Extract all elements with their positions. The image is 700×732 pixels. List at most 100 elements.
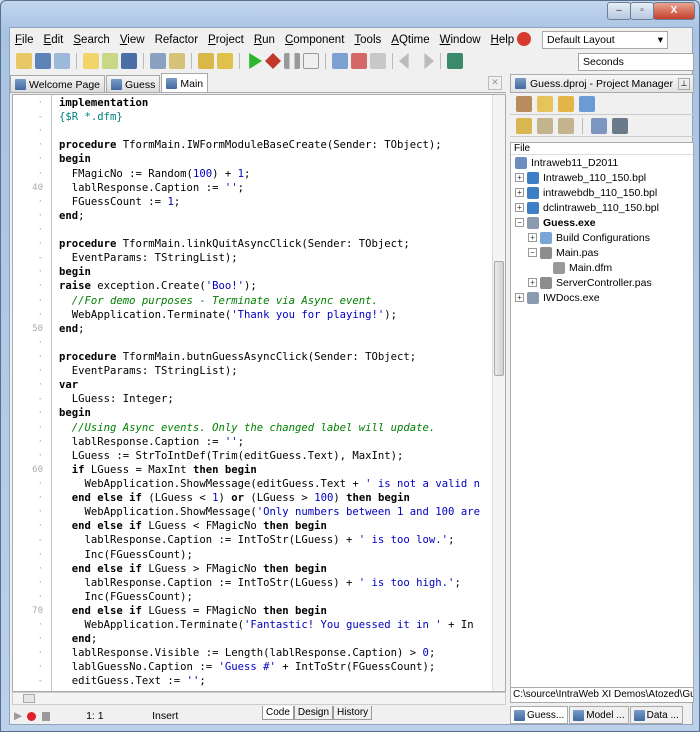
- expand-icon[interactable]: +: [528, 278, 537, 287]
- run-to-cursor-icon[interactable]: [370, 53, 386, 69]
- tab-history[interactable]: History: [333, 706, 373, 720]
- tree-node[interactable]: + dclintraweb_110_150.bpl: [511, 200, 693, 215]
- tab-design[interactable]: Design: [293, 706, 334, 720]
- tree-node[interactable]: + intrawebdb_110_150.bpl: [511, 185, 693, 200]
- seconds-combo[interactable]: Seconds: [578, 53, 694, 71]
- panel-tab-0[interactable]: Guess...: [510, 706, 569, 724]
- menu-edit[interactable]: Edit: [39, 34, 69, 46]
- step-into-icon[interactable]: [332, 53, 348, 69]
- back-icon[interactable]: [399, 53, 409, 69]
- hscroll-thumb[interactable]: [23, 694, 35, 703]
- code-area[interactable]: · implementation - {$R *.dfm} · · procedure Tf…: [13, 96, 493, 689]
- code-line: · //For demo purposes - Terminate via As…: [13, 294, 493, 308]
- menu-project[interactable]: Project: [203, 34, 249, 46]
- play-icon[interactable]: ▶: [14, 710, 22, 722]
- maximize-button[interactable]: ▫: [630, 2, 654, 20]
- expand-icon[interactable]: +: [528, 233, 537, 242]
- menu-run[interactable]: Run: [249, 34, 280, 46]
- code-text: end else if LGuess < FMagicNo then begin: [59, 519, 327, 533]
- vertical-scrollbar[interactable]: [492, 95, 505, 691]
- tree-node[interactable]: + Build Configurations: [511, 230, 693, 245]
- code-token: ' is too high.': [358, 576, 455, 589]
- panel-tab-2[interactable]: Data ...: [629, 706, 683, 724]
- code-token: 100: [192, 167, 213, 180]
- collapse-icon[interactable]: −: [528, 248, 537, 257]
- open-icon[interactable]: [83, 53, 99, 69]
- horizontal-scrollbar[interactable]: [12, 692, 506, 705]
- expand-icon[interactable]: +: [515, 188, 524, 197]
- menu-aqtime[interactable]: AQtime: [386, 34, 434, 46]
- line-number: ·: [37, 620, 43, 631]
- menu-view[interactable]: View: [115, 34, 150, 46]
- stop-icon[interactable]: [303, 53, 319, 69]
- tree-node[interactable]: − Main.pas: [511, 245, 693, 260]
- layout-combo[interactable]: Default Layout ▾: [542, 31, 668, 49]
- menu-component[interactable]: Component: [280, 34, 349, 46]
- close-button[interactable]: X: [653, 2, 695, 20]
- menu-window[interactable]: Window: [435, 34, 486, 46]
- stop-record-icon[interactable]: [42, 711, 51, 721]
- menu-file[interactable]: File: [10, 34, 39, 46]
- menu-tools[interactable]: Tools: [349, 34, 386, 46]
- save-all-icon[interactable]: [150, 53, 166, 69]
- save-icon[interactable]: [121, 53, 137, 69]
- tree-node[interactable]: + Intraweb_110_150.bpl: [511, 170, 693, 185]
- open-file-icon[interactable]: [169, 53, 185, 69]
- scroll-thumb[interactable]: [494, 261, 504, 376]
- menu-refactor[interactable]: Refactor: [150, 34, 203, 46]
- step-over-icon[interactable]: [351, 53, 367, 69]
- forward-icon[interactable]: [424, 53, 434, 69]
- close-tab-icon[interactable]: ✕: [488, 76, 502, 90]
- activate-icon[interactable]: [516, 95, 532, 112]
- tree-node[interactable]: Main.dfm: [511, 260, 693, 275]
- expand-icon[interactable]: [537, 117, 553, 134]
- help-icon[interactable]: [447, 53, 463, 69]
- tree-node[interactable]: Intraweb11_D2011: [511, 155, 693, 170]
- add-to-project-icon[interactable]: [198, 53, 214, 69]
- new-icon[interactable]: [16, 53, 32, 69]
- expand-icon[interactable]: +: [515, 293, 524, 302]
- tab-welcome-page[interactable]: Welcome Page: [10, 75, 106, 92]
- debug-run-icon[interactable]: [265, 53, 281, 69]
- tab-main[interactable]: Main: [161, 73, 209, 92]
- panel-tab-1[interactable]: Model ...: [569, 706, 629, 724]
- code-token: EventParams: TStringList);: [59, 252, 238, 265]
- tree-node-label: Build Configurations: [556, 231, 650, 244]
- menu-accelerator: P: [208, 34, 216, 46]
- tree-node[interactable]: + IWDocs.exe: [511, 290, 693, 305]
- minimize-button[interactable]: –: [607, 2, 631, 20]
- tree-node[interactable]: + ServerController.pas: [511, 275, 693, 290]
- options-icon[interactable]: [579, 95, 595, 112]
- code-line: · implementation: [13, 96, 493, 110]
- tab-code[interactable]: Code: [262, 706, 294, 720]
- pause-icon[interactable]: [284, 53, 300, 69]
- code-token: ;: [428, 647, 436, 660]
- pin-icon[interactable]: ⊥: [678, 77, 690, 90]
- insert-mode: Insert: [152, 710, 179, 722]
- record-icon[interactable]: [27, 711, 37, 721]
- remove-from-project-icon[interactable]: [217, 53, 233, 69]
- expand-icon[interactable]: +: [515, 203, 524, 212]
- code-editor[interactable]: · implementation - {$R *.dfm} · · procedure Tf…: [12, 94, 506, 692]
- menu-search[interactable]: Search: [68, 34, 114, 46]
- line-number: ·: [37, 521, 43, 532]
- tab-guess[interactable]: Guess: [106, 75, 161, 92]
- open-project-icon[interactable]: [102, 53, 118, 69]
- layout-icon[interactable]: [517, 32, 531, 46]
- add-icon[interactable]: [537, 95, 553, 112]
- new-unit-icon[interactable]: [54, 53, 70, 69]
- code-text: procedure TformMain.IWFormModuleBaseCrea…: [59, 138, 442, 152]
- new-form-icon[interactable]: [35, 53, 51, 69]
- refresh-icon[interactable]: [612, 117, 628, 134]
- expand-icon[interactable]: +: [515, 173, 524, 182]
- line-number: ·: [37, 168, 43, 179]
- file-column-header[interactable]: File: [511, 143, 693, 155]
- collapse-icon[interactable]: [558, 117, 574, 134]
- sync-icon[interactable]: [516, 117, 532, 134]
- collapse-icon[interactable]: −: [515, 218, 524, 227]
- open-folder-icon[interactable]: [558, 95, 574, 112]
- list-view-icon[interactable]: [591, 117, 607, 134]
- run-icon[interactable]: [249, 53, 262, 69]
- menu-help[interactable]: Help: [486, 34, 520, 46]
- tree-node[interactable]: − Guess.exe: [511, 215, 693, 230]
